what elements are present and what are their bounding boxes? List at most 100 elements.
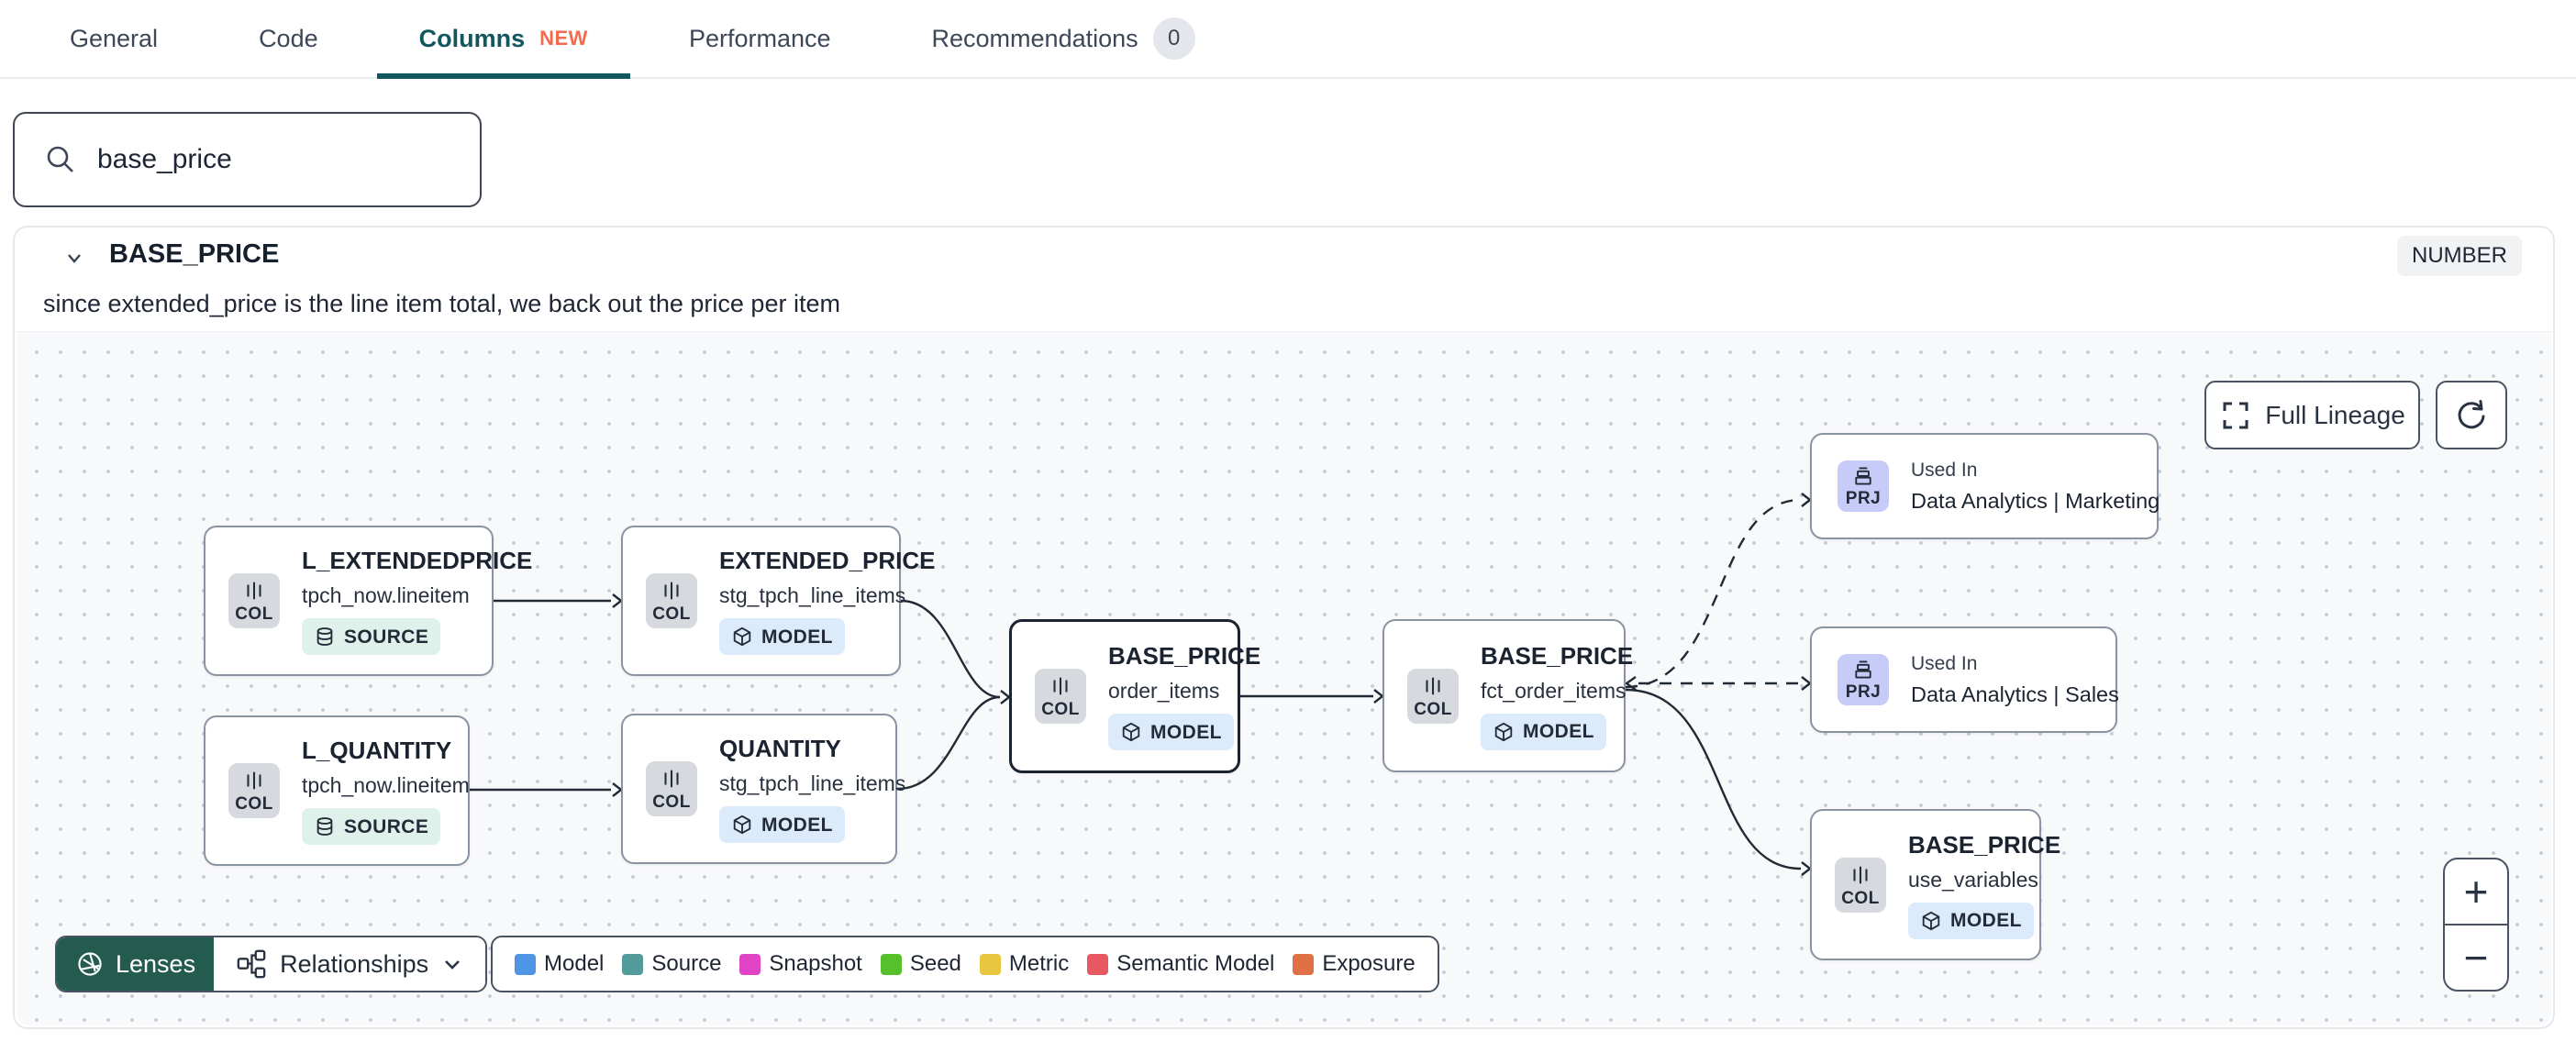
columns-icon	[664, 770, 679, 788]
tab-performance[interactable]: Performance	[647, 0, 873, 77]
column-type-badge: NUMBER	[2396, 236, 2522, 276]
legend-item-metric: Metric	[979, 951, 1069, 977]
project-stack-icon	[1855, 660, 1871, 679]
database-icon	[316, 817, 333, 836]
node-subtitle: order_items	[1108, 679, 1220, 703]
legend-swatch	[1293, 953, 1315, 975]
tab-bar: General Code Columns NEW Performance Rec…	[0, 0, 2576, 79]
tab-general[interactable]: General	[28, 0, 200, 77]
node-subtitle: stg_tpch_line_items	[719, 771, 906, 795]
column-name: BASE_PRICE	[109, 239, 280, 269]
lenses-button[interactable]: Lenses	[57, 937, 215, 991]
column-search	[13, 112, 482, 207]
node-title: Data Analytics | Sales	[1911, 682, 2119, 706]
project-chip: PRJ	[1838, 654, 1889, 705]
node-subtitle: fct_order_items	[1481, 678, 1627, 703]
zoom-out-button[interactable]: −	[2445, 926, 2507, 990]
refresh-button[interactable]	[2436, 381, 2507, 449]
model-badge: MODEL	[719, 806, 845, 843]
search-icon	[47, 146, 73, 172]
lineage-node-quantity[interactable]: COL QUANTITY stg_tpch_line_items MODEL	[621, 714, 905, 864]
legend-swatch	[880, 953, 902, 975]
lineage-node-l-extendedprice[interactable]: COL L_EXTENDEDPRICE tpch_now.lineitem SO…	[204, 526, 532, 676]
column-panel-header: BASE_PRICE NUMBER since extended_price i…	[15, 227, 2553, 333]
legend-swatch	[739, 953, 761, 975]
columns-icon	[247, 771, 261, 790]
tab-recommendations[interactable]: Recommendations 0	[890, 0, 1238, 77]
chevron-down-icon	[445, 960, 461, 970]
lineage-node-l-quantity[interactable]: COL L_QUANTITY tpch_now.lineitem SOURCE	[204, 715, 470, 866]
full-lineage-button[interactable]: Full Lineage	[2204, 381, 2420, 449]
project-chip: PRJ	[1838, 460, 1889, 512]
source-badge: SOURCE	[302, 808, 441, 845]
cube-icon	[1122, 722, 1140, 742]
zoom-in-button[interactable]: +	[2445, 859, 2507, 926]
columns-icon	[1853, 866, 1868, 883]
column-chip: COL	[228, 763, 280, 818]
node-title: BASE_PRICE	[1481, 641, 1634, 670]
column-chip: COL	[646, 573, 697, 628]
lineage-node-base-price-order-items[interactable]: COL BASE_PRICE order_items MODEL	[1009, 619, 1260, 773]
model-badge: MODEL	[1108, 714, 1234, 750]
lineage-node-base-price-fct-order-items[interactable]: COL BASE_PRICE fct_order_items MODEL	[1382, 619, 1633, 772]
column-chip: COL	[1407, 668, 1459, 724]
aperture-icon	[78, 952, 102, 976]
zoom-controls: + −	[2443, 858, 2509, 992]
model-badge: MODEL	[719, 618, 845, 655]
legend-item-model: Model	[515, 951, 604, 977]
column-chip: COL	[1035, 669, 1086, 724]
legend-item-semantic-model: Semantic Model	[1087, 951, 1274, 977]
node-title: Data Analytics | Marketing	[1911, 488, 2160, 513]
column-description: since extended_price is the line item to…	[43, 290, 840, 317]
columns-icon	[1053, 677, 1068, 695]
lineage-node-used-in-marketing[interactable]: PRJ Used In Data Analytics | Marketing	[1810, 433, 2160, 539]
columns-icon	[1426, 677, 1440, 694]
collapse-chevron-icon[interactable]	[62, 246, 86, 270]
lineage-node-extended-price[interactable]: COL EXTENDED_PRICE stg_tpch_line_items M…	[621, 526, 936, 676]
columns-icon	[247, 582, 261, 600]
columns-icon	[664, 582, 679, 600]
legend-item-snapshot: Snapshot	[739, 951, 862, 977]
cube-icon	[1922, 911, 1940, 930]
node-subtitle: use_variables	[1908, 867, 2038, 892]
expand-icon	[2223, 402, 2248, 428]
tab-code[interactable]: Code	[217, 0, 361, 77]
source-badge: SOURCE	[302, 618, 441, 655]
cube-icon	[733, 815, 751, 835]
legend-swatch	[1087, 953, 1109, 975]
cube-icon	[1494, 722, 1513, 741]
lineage-node-used-in-sales[interactable]: PRJ Used In Data Analytics | Sales	[1810, 626, 2119, 733]
node-type-legend: Model Source Snapshot Seed Metric Semant…	[491, 936, 1439, 992]
column-chip: COL	[1835, 857, 1886, 913]
lineage-canvas[interactable]	[17, 331, 2551, 1025]
node-title: BASE_PRICE	[1908, 830, 2061, 859]
node-subtitle: tpch_now.lineitem	[302, 773, 470, 797]
node-title: L_QUANTITY	[302, 737, 452, 764]
node-subtitle: tpch_now.lineitem	[302, 583, 470, 607]
used-in-label: Used In	[1911, 459, 1978, 481]
new-badge: NEW	[539, 27, 588, 50]
legend-item-source: Source	[622, 951, 721, 977]
column-chip: COL	[228, 573, 280, 628]
node-subtitle: stg_tpch_line_items	[719, 583, 906, 607]
node-title: EXTENDED_PRICE	[719, 547, 936, 574]
relationships-dropdown[interactable]: Relationships	[214, 937, 486, 991]
node-title: QUANTITY	[719, 735, 841, 762]
recommendations-count-badge: 0	[1152, 17, 1195, 60]
database-icon	[316, 627, 333, 646]
column-chip: COL	[646, 761, 697, 816]
project-stack-icon	[1855, 467, 1871, 485]
legend-swatch	[979, 953, 1001, 975]
node-title: L_EXTENDEDPRICE	[302, 547, 533, 574]
legend-item-exposure: Exposure	[1293, 951, 1416, 977]
model-badge: MODEL	[1908, 902, 2034, 939]
model-badge: MODEL	[1481, 713, 1606, 750]
refresh-icon	[2458, 399, 2485, 428]
legend-swatch	[515, 953, 536, 975]
lineage-node-base-price-use-variables[interactable]: COL BASE_PRICE use_variables MODEL	[1810, 809, 2060, 960]
search-input[interactable]	[95, 117, 480, 202]
cube-icon	[733, 626, 751, 647]
relationships-icon	[237, 949, 266, 979]
column-lineage-page: General Code Columns NEW Performance Rec…	[0, 0, 2576, 1053]
tab-columns[interactable]: Columns NEW	[376, 0, 631, 79]
